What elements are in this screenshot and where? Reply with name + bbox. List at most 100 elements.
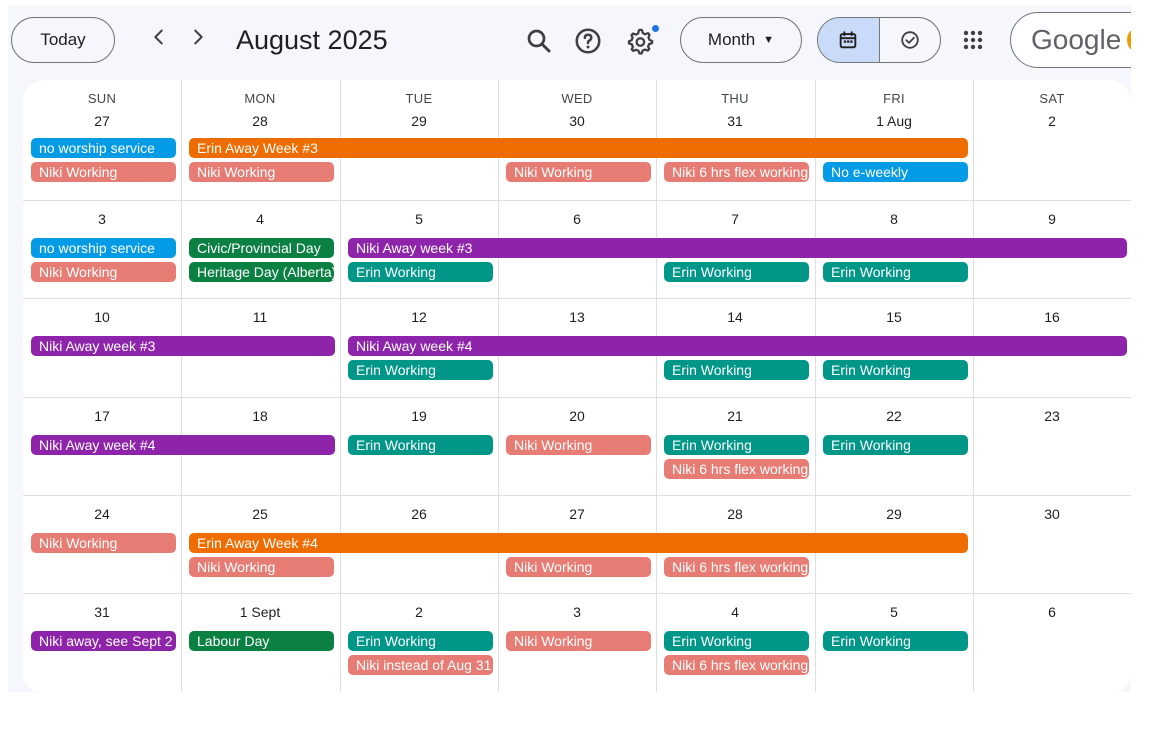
event-chip[interactable]: Niki 6 hrs flex working xyxy=(664,162,809,182)
event-chip[interactable]: Niki Working xyxy=(31,162,176,182)
day-number[interactable]: 22 xyxy=(815,408,973,424)
gear-icon[interactable] xyxy=(625,25,659,56)
event-chip[interactable]: Niki Working xyxy=(189,162,334,182)
event-chip[interactable]: Erin Working xyxy=(348,631,493,651)
day-number[interactable]: 17 xyxy=(23,408,181,424)
event-chip[interactable]: Niki Away week #3 xyxy=(31,336,335,356)
day-number[interactable]: 24 xyxy=(23,506,181,522)
grid-column-divider xyxy=(498,80,499,692)
grid-row-divider xyxy=(23,397,1131,398)
event-chip[interactable]: Niki Away week #3 xyxy=(348,238,1127,258)
event-chip[interactable]: Erin Working xyxy=(348,435,493,455)
chevron-right-icon[interactable] xyxy=(187,26,209,54)
event-chip[interactable]: Erin Working xyxy=(823,262,968,282)
help-icon[interactable] xyxy=(573,26,603,56)
event-chip[interactable]: No e-weekly xyxy=(823,162,968,182)
day-number[interactable]: 27 xyxy=(498,506,656,522)
event-chip[interactable]: Niki Away week #4 xyxy=(31,435,335,455)
event-chip[interactable]: no worship service xyxy=(31,138,176,158)
view-selector-dropdown[interactable]: Month ▼ xyxy=(680,17,802,63)
day-number[interactable]: 31 xyxy=(656,113,814,129)
event-chip[interactable]: Civic/Provincial Day xyxy=(189,238,334,258)
day-number[interactable]: 20 xyxy=(498,408,656,424)
day-number[interactable]: 12 xyxy=(340,309,498,325)
day-number[interactable]: 30 xyxy=(973,506,1131,522)
weekday-header: SUN xyxy=(87,91,117,106)
day-number[interactable]: 1 Aug xyxy=(815,113,973,129)
day-number[interactable]: 1 Sept xyxy=(181,604,339,620)
apps-grid-icon[interactable] xyxy=(961,28,985,52)
day-number[interactable]: 25 xyxy=(181,506,339,522)
day-number[interactable]: 3 xyxy=(23,211,181,227)
day-number[interactable]: 10 xyxy=(23,309,181,325)
day-number[interactable]: 3 xyxy=(498,604,656,620)
google-account-button[interactable]: Google xyxy=(1010,12,1131,68)
day-number[interactable]: 31 xyxy=(23,604,181,620)
event-chip[interactable]: Erin Working xyxy=(823,631,968,651)
day-number[interactable]: 28 xyxy=(181,113,339,129)
event-chip[interactable]: Erin Away Week #3 xyxy=(189,138,968,158)
day-number[interactable]: 2 xyxy=(973,113,1131,129)
event-chip[interactable]: Erin Working xyxy=(348,360,493,380)
event-chip[interactable]: Labour Day xyxy=(189,631,334,651)
day-number[interactable]: 9 xyxy=(973,211,1131,227)
day-number[interactable]: 15 xyxy=(815,309,973,325)
today-button[interactable]: Today xyxy=(11,17,115,63)
event-chip[interactable]: Niki Working xyxy=(506,435,651,455)
event-chip[interactable]: Niki Working xyxy=(189,557,334,577)
event-chip[interactable]: Erin Working xyxy=(664,360,809,380)
day-number[interactable]: 5 xyxy=(340,211,498,227)
day-number[interactable]: 30 xyxy=(498,113,656,129)
day-number[interactable]: 19 xyxy=(340,408,498,424)
day-number[interactable]: 4 xyxy=(181,211,339,227)
event-chip[interactable]: no worship service xyxy=(31,238,176,258)
day-number[interactable]: 2 xyxy=(340,604,498,620)
day-number[interactable]: 8 xyxy=(815,211,973,227)
day-number[interactable]: 29 xyxy=(340,113,498,129)
day-number[interactable]: 16 xyxy=(973,309,1131,325)
day-number[interactable]: 6 xyxy=(973,604,1131,620)
day-number[interactable]: 28 xyxy=(656,506,814,522)
event-chip[interactable]: Niki Working xyxy=(31,533,176,553)
event-chip[interactable]: Erin Working xyxy=(823,435,968,455)
event-chip[interactable]: Heritage Day (Alberta) xyxy=(189,262,334,282)
weekday-header: TUE xyxy=(405,91,433,106)
event-chip[interactable]: Niki Working xyxy=(506,631,651,651)
event-chip[interactable]: Niki 6 hrs flex working xyxy=(664,655,809,675)
day-number[interactable]: 29 xyxy=(815,506,973,522)
day-number[interactable]: 21 xyxy=(656,408,814,424)
calendar-icon[interactable] xyxy=(818,18,879,62)
day-number[interactable]: 6 xyxy=(498,211,656,227)
event-chip[interactable]: Erin Working xyxy=(664,262,809,282)
task-check-icon[interactable] xyxy=(878,18,941,62)
event-chip[interactable]: Niki Working xyxy=(31,262,176,282)
event-chip[interactable]: Erin Working xyxy=(823,360,968,380)
event-chip[interactable]: Niki instead of Aug 31 xyxy=(348,655,493,675)
event-chip[interactable]: Erin Working xyxy=(348,262,493,282)
day-number[interactable]: 14 xyxy=(656,309,814,325)
event-chip[interactable]: Niki Working xyxy=(506,557,651,577)
event-chip[interactable]: Niki away, see Sept 2 xyxy=(31,631,176,651)
day-number[interactable]: 4 xyxy=(656,604,814,620)
day-number[interactable]: 5 xyxy=(815,604,973,620)
event-chip[interactable]: Niki Working xyxy=(506,162,651,182)
chevron-left-icon[interactable] xyxy=(148,26,170,54)
weekday-header: WED xyxy=(561,91,593,106)
avatar xyxy=(1127,26,1131,54)
event-chip[interactable]: Niki 6 hrs flex working xyxy=(664,557,809,577)
day-number[interactable]: 13 xyxy=(498,309,656,325)
day-number[interactable]: 18 xyxy=(181,408,339,424)
notification-dot xyxy=(652,25,659,32)
search-icon[interactable] xyxy=(524,26,554,56)
day-number[interactable]: 7 xyxy=(656,211,814,227)
grid-column-divider xyxy=(181,80,182,692)
day-number[interactable]: 27 xyxy=(23,113,181,129)
day-number[interactable]: 26 xyxy=(340,506,498,522)
day-number[interactable]: 23 xyxy=(973,408,1131,424)
event-chip[interactable]: Niki 6 hrs flex working xyxy=(664,459,809,479)
event-chip[interactable]: Erin Away Week #4 xyxy=(189,533,968,553)
event-chip[interactable]: Niki Away week #4 xyxy=(348,336,1127,356)
day-number[interactable]: 11 xyxy=(181,309,339,325)
event-chip[interactable]: Erin Working xyxy=(664,631,809,651)
event-chip[interactable]: Erin Working xyxy=(664,435,809,455)
